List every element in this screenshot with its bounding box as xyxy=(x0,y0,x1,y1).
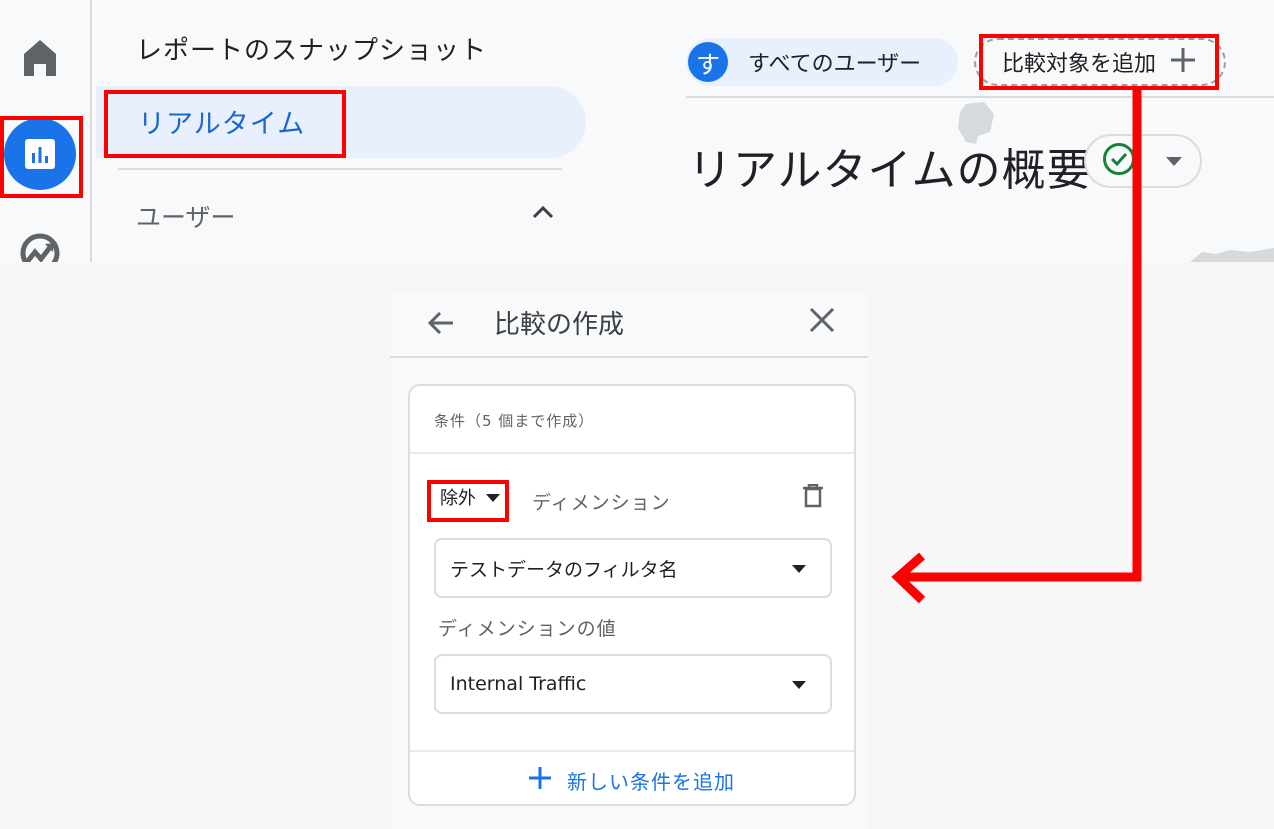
panel-header: 比較の作成 xyxy=(390,292,868,358)
create-comparison-panel: 比較の作成 条件（5 個まで作成） 除外 ディメンション テストデータのフィルタ… xyxy=(390,292,868,829)
card-divider xyxy=(410,750,854,752)
home-icon[interactable] xyxy=(0,38,80,78)
caret-down-icon xyxy=(792,559,806,578)
annotation-highlight-realtime xyxy=(104,90,346,158)
condition-card: 条件（5 個まで作成） 除外 ディメンション テストデータのフィルタ名 ディメン… xyxy=(408,384,856,806)
segment-label: すべてのユーザー xyxy=(748,52,922,77)
segment-avatar: す xyxy=(688,42,728,82)
dimension-value-label: ディメンションの値 xyxy=(438,618,617,640)
trash-icon[interactable] xyxy=(802,483,824,512)
back-arrow-icon[interactable] xyxy=(426,308,456,342)
dimension-select[interactable]: テストデータのフィルタ名 xyxy=(434,538,832,598)
panel-title: 比較の作成 xyxy=(494,310,625,340)
condition-caption: 条件（5 個まで作成） xyxy=(434,412,595,430)
dimension-select-value: テストデータのフィルタ名 xyxy=(450,558,678,581)
add-condition-label: 新しい条件を追加 xyxy=(567,769,735,794)
chevron-up-icon[interactable] xyxy=(532,204,554,223)
map-background-shape xyxy=(1190,248,1274,262)
segment-chip-all-users[interactable]: す すべてのユーザー xyxy=(686,38,958,86)
explore-icon[interactable] xyxy=(0,232,80,262)
dimension-value-select[interactable]: Internal Traffic xyxy=(434,654,832,714)
annotation-highlight-add-comparison xyxy=(979,34,1219,90)
caret-down-icon xyxy=(792,675,806,694)
annotation-highlight-reports xyxy=(0,116,83,198)
nav-title[interactable]: レポートのスナップショット xyxy=(136,30,487,67)
annotation-highlight-exclude xyxy=(427,480,509,522)
card-divider xyxy=(410,452,854,454)
check-circle-icon xyxy=(1102,142,1136,180)
caret-down-icon xyxy=(1166,152,1182,171)
add-condition-button[interactable]: 新しい条件を追加 xyxy=(410,754,854,806)
close-icon[interactable] xyxy=(808,306,836,338)
plus-icon xyxy=(529,767,551,793)
dimension-value-select-value: Internal Traffic xyxy=(450,673,587,695)
nav-divider xyxy=(118,168,562,170)
dimension-label: ディメンション xyxy=(532,492,671,514)
page-title: リアルタイムの概要 xyxy=(688,145,1092,196)
header-divider xyxy=(686,96,1274,98)
data-status-dropdown[interactable] xyxy=(1084,134,1202,188)
nav-section-users[interactable]: ユーザー xyxy=(136,198,236,234)
